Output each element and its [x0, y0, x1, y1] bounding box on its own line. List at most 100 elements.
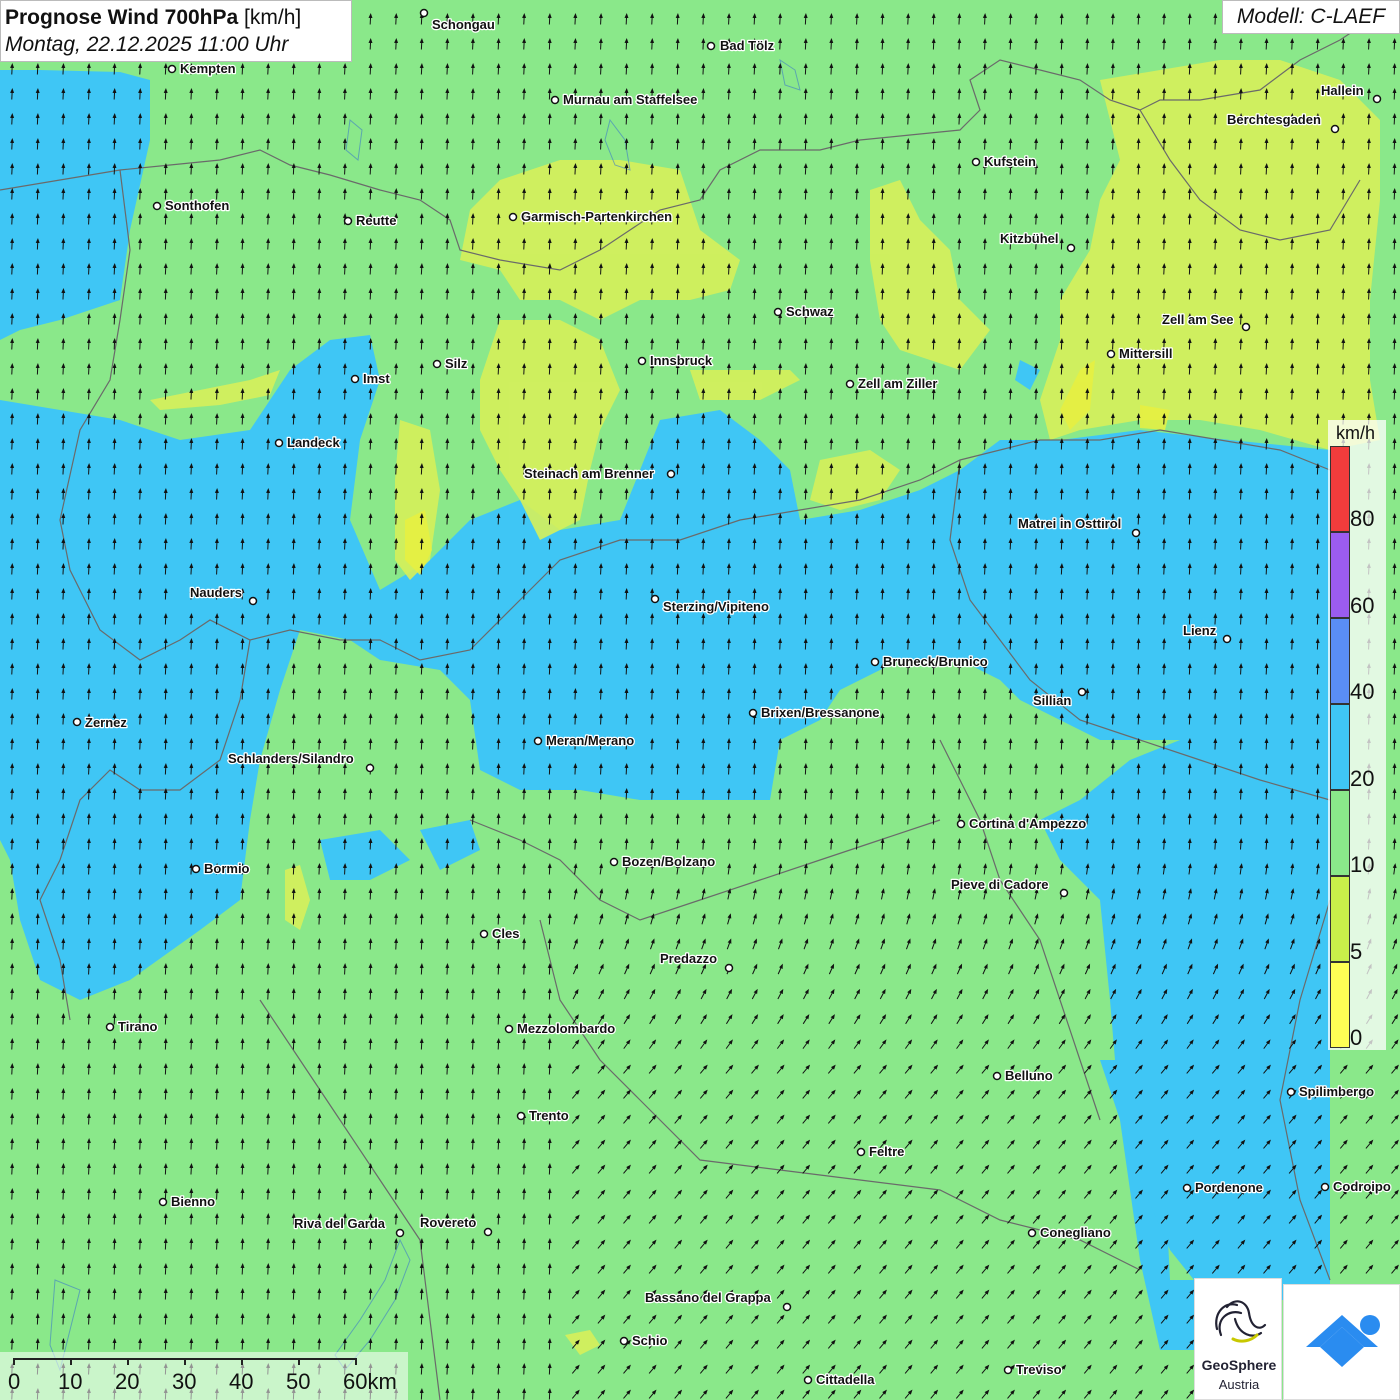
city-label: Pordenone [1195, 1180, 1263, 1195]
legend-color-band [1330, 876, 1350, 962]
scale-tick-label: 20 [115, 1369, 140, 1394]
city-label: Mittersill [1119, 346, 1172, 361]
city-label: Nauders [190, 585, 242, 600]
wind-arrow [701, 838, 706, 850]
city-marker: Sterzing/Vipiteno [650, 594, 770, 615]
city-dot [504, 1024, 514, 1034]
city-dot [152, 201, 162, 211]
wind-arrow [1162, 838, 1167, 850]
city-label: Rovereto [420, 1215, 476, 1230]
weather-app-link[interactable] [1283, 1284, 1400, 1400]
wind-arrow [778, 838, 783, 850]
city-dot [343, 216, 353, 226]
legend-color-band [1330, 704, 1350, 790]
city-dot [550, 95, 560, 105]
scale-tick [127, 1358, 129, 1365]
city-dot [637, 356, 647, 366]
legend-tick-label: 10 [1350, 852, 1375, 877]
city-label: Sterzing/Vipiteno [663, 599, 769, 614]
legend-tick-label: 20 [1350, 765, 1375, 791]
city-label: Cortina d'Ampezzo [969, 816, 1086, 831]
wind-arrow [829, 838, 834, 850]
city-dot [870, 657, 880, 667]
city-dot [1182, 1183, 1192, 1193]
scale-tick-label: 0 [8, 1369, 21, 1394]
city-label: Matrei in Osttirol [1018, 516, 1121, 531]
city-label: Imst [363, 371, 390, 386]
wind-arrow [1315, 838, 1320, 850]
city-label: Hallein [1321, 83, 1364, 98]
city-dot [782, 1302, 792, 1312]
scale-tick [241, 1358, 243, 1365]
city-label: Kitzbühel [1000, 231, 1059, 246]
wind-arrow [752, 838, 757, 850]
city-dot [1320, 1182, 1330, 1192]
city-label: Bozen/Bolzano [622, 854, 715, 869]
legend-tick-label: 60 [1350, 592, 1375, 618]
scale-tick-label: 10 [58, 1369, 83, 1394]
city-label: Riva del Garda [294, 1216, 386, 1231]
city-dot [365, 763, 375, 773]
city-dot [274, 438, 284, 448]
city-label: Kufstein [984, 154, 1036, 169]
wind-map: Schongau Bad Tölz Kempten Murnau am Staffel… [0, 0, 1400, 1400]
title-unit: [km/h] [244, 6, 302, 29]
wind-arrow [880, 838, 885, 850]
legend-tick-label: 0 [1350, 1025, 1363, 1050]
city-marker: Bruneck/Brunico [870, 653, 989, 670]
city-label: Mezzolombardo [517, 1021, 615, 1036]
city-label: Murnau am Staffelsee [563, 92, 697, 107]
city-label: Tirano [118, 1019, 158, 1034]
wind-arrow [957, 838, 962, 850]
legend-color-band [1330, 790, 1350, 876]
city-label: Garmisch-Partenkirchen [521, 209, 672, 224]
city-label: Kempten [180, 61, 236, 76]
city-marker: Innsbruck [637, 352, 714, 369]
city-dot [191, 864, 201, 874]
city-dot [845, 379, 855, 389]
city-dot [1222, 634, 1232, 644]
scale-tick-label: 60km [343, 1369, 397, 1394]
legend-color-band [1330, 962, 1350, 1048]
logo-subtitle: Austria [1218, 1377, 1260, 1392]
city-dot [956, 819, 966, 829]
city-dot [1286, 1087, 1296, 1097]
wind-arrow [624, 838, 629, 850]
city-label: Zell am See [1162, 312, 1234, 327]
city-label: Codroipo [1333, 1179, 1391, 1194]
wind-arrow [1238, 838, 1243, 850]
city-label: Schio [632, 1333, 667, 1348]
city-marker: Sonthofen [152, 197, 231, 214]
wind-arrow [650, 838, 655, 850]
city-label: Brixen/Bressanone [761, 705, 880, 720]
scale-tick [184, 1358, 186, 1365]
wind-arrow [1213, 838, 1218, 850]
city-dot [1027, 1228, 1037, 1238]
city-label: Bassano del Grappa [645, 1290, 771, 1305]
city-dot [395, 1228, 405, 1238]
city-label: Zernez [85, 715, 127, 730]
city-marker: Meran/Merano [533, 732, 635, 749]
city-label: Steinach am Brenner [524, 466, 654, 481]
city-label: Reutte [356, 213, 396, 228]
city-marker: Steinach am Brenner [523, 465, 676, 482]
city-dot [158, 1197, 168, 1207]
city-label: Landeck [287, 435, 341, 450]
city-label: Trento [529, 1108, 569, 1123]
legend-color-band [1330, 446, 1350, 532]
city-dot [419, 8, 429, 18]
wind-arrow [675, 838, 680, 850]
legend-tick-label: 80 [1350, 506, 1375, 531]
scale-tick [13, 1358, 15, 1365]
city-marker: Brixen/Bressanone [748, 704, 881, 721]
forecast-datetime: Montag, 22.12.2025 11:00 Uhr [5, 33, 289, 56]
city-marker: Conegliano [1027, 1224, 1112, 1241]
wind-arrow [1264, 838, 1269, 850]
geosphere-logo[interactable]: GeoSphere Austria [1194, 1278, 1282, 1400]
city-dot [1372, 94, 1382, 104]
scale-tick [298, 1358, 300, 1365]
city-label: Schwaz [786, 304, 834, 319]
wind-arrow [1187, 838, 1192, 850]
map-title-box: Prognose Wind 700hPa [km/h] Montag, 22.1… [0, 0, 352, 62]
city-label: Conegliano [1040, 1225, 1111, 1240]
